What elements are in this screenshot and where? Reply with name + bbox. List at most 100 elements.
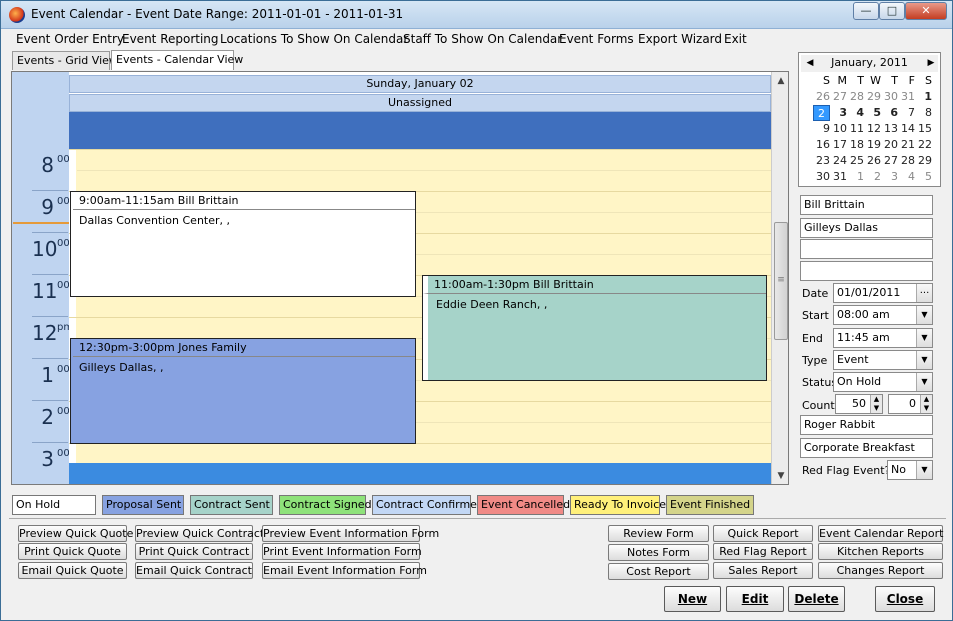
end-time-select[interactable]: 11:45 am ▼ bbox=[833, 328, 933, 348]
calendar-day[interactable]: 28 bbox=[898, 153, 915, 169]
chevron-down-icon[interactable]: ▼ bbox=[916, 461, 932, 479]
close-window-button[interactable]: ✕ bbox=[905, 2, 947, 20]
start-time-select[interactable]: 08:00 am ▼ bbox=[833, 305, 933, 325]
menu-locations[interactable]: Locations To Show On Calendar bbox=[220, 32, 408, 46]
calendar-day[interactable]: 13 bbox=[881, 121, 898, 137]
close-button[interactable]: Close bbox=[875, 586, 935, 612]
salesperson-field[interactable]: Roger Rabbit bbox=[800, 415, 933, 435]
review-form-button[interactable]: Review Form bbox=[608, 525, 709, 542]
calendar-day[interactable]: 2 bbox=[864, 169, 881, 185]
calendar-day[interactable]: 2 bbox=[813, 105, 830, 121]
preview-event-info-button[interactable]: Preview Event Information Form bbox=[262, 525, 439, 542]
event-name-field[interactable]: Corporate Breakfast bbox=[800, 438, 933, 458]
cost-report-button[interactable]: Cost Report bbox=[608, 563, 709, 580]
event-block[interactable]: 11:00am-1:30pm Bill Brittain Eddie Deen … bbox=[422, 275, 767, 381]
calendar-day[interactable]: 15 bbox=[915, 121, 932, 137]
count-guaranteed-stepper[interactable]: 50 ▲ ▼ bbox=[835, 394, 883, 414]
event-block[interactable]: 9:00am-11:15am Bill Brittain Dallas Conv… bbox=[70, 191, 416, 297]
calendar-day[interactable]: 29 bbox=[864, 89, 881, 105]
calendar-day[interactable]: 17 bbox=[830, 137, 847, 153]
spin-arrows-icon[interactable]: ▲ ▼ bbox=[920, 395, 932, 413]
location-field[interactable]: Gilleys Dallas bbox=[800, 218, 933, 238]
delete-button[interactable]: Delete bbox=[788, 586, 845, 612]
contact-field[interactable]: Bill Brittain bbox=[800, 195, 933, 215]
email-event-info-button[interactable]: Email Event Information Form bbox=[262, 562, 427, 579]
calendar-day[interactable]: 16 bbox=[813, 137, 830, 153]
print-quick-quote-button[interactable]: Print Quick Quote bbox=[18, 543, 127, 560]
menu-export-wizard[interactable]: Export Wizard bbox=[638, 32, 722, 46]
maximize-button[interactable]: □ bbox=[879, 2, 905, 20]
changes-report-button[interactable]: Changes Report bbox=[818, 562, 943, 579]
calendar-day[interactable]: 27 bbox=[881, 153, 898, 169]
calendar-day[interactable]: 23 bbox=[813, 153, 830, 169]
notes-form-button[interactable]: Notes Form bbox=[608, 544, 709, 561]
scroll-down-icon[interactable]: ▼ bbox=[773, 468, 788, 484]
quick-report-button[interactable]: Quick Report bbox=[713, 525, 813, 542]
next-month-icon[interactable]: ▶ bbox=[924, 55, 938, 72]
event-block[interactable]: 12:30pm-3:00pm Jones Family Gilleys Dall… bbox=[70, 338, 416, 444]
scroll-up-icon[interactable]: ▲ bbox=[773, 73, 788, 89]
calendar-day[interactable]: 1 bbox=[915, 89, 932, 105]
calendar-day[interactable]: 4 bbox=[898, 169, 915, 185]
calendar-day[interactable]: 30 bbox=[881, 89, 898, 105]
calendar-day[interactable]: 19 bbox=[864, 137, 881, 153]
calendar-day[interactable]: 29 bbox=[915, 153, 932, 169]
menu-exit[interactable]: Exit bbox=[724, 32, 747, 46]
calendar-day[interactable]: 5 bbox=[915, 169, 932, 185]
calendar-day[interactable]: 26 bbox=[864, 153, 881, 169]
calendar-day[interactable]: 24 bbox=[830, 153, 847, 169]
edit-button[interactable]: Edit bbox=[726, 586, 784, 612]
blank-field[interactable] bbox=[800, 261, 933, 281]
spin-arrows-icon[interactable]: ▲ ▼ bbox=[870, 395, 882, 413]
calendar-day[interactable]: 4 bbox=[847, 105, 864, 121]
calendar-day[interactable]: 31 bbox=[898, 89, 915, 105]
menu-event-order-entry[interactable]: Event Order Entry bbox=[16, 32, 124, 46]
menu-staff[interactable]: Staff To Show On Calendar bbox=[403, 32, 562, 46]
calendar-day[interactable]: 27 bbox=[830, 89, 847, 105]
chevron-down-icon[interactable]: ▼ bbox=[916, 329, 932, 347]
calendar-day[interactable]: 26 bbox=[813, 89, 830, 105]
calendar-day[interactable]: 5 bbox=[864, 105, 881, 121]
calendar-day[interactable]: 10 bbox=[830, 121, 847, 137]
calendar-day[interactable]: 6 bbox=[881, 105, 898, 121]
calendar-day[interactable]: 30 bbox=[813, 169, 830, 185]
tab-grid-view[interactable]: Events - Grid View bbox=[12, 51, 118, 70]
date-picker-button[interactable]: ... bbox=[916, 284, 932, 302]
calendar-day[interactable]: 3 bbox=[830, 105, 847, 121]
prev-month-icon[interactable]: ◀ bbox=[803, 55, 817, 72]
calendar-day[interactable]: 28 bbox=[847, 89, 864, 105]
sales-report-button[interactable]: Sales Report bbox=[713, 562, 813, 579]
email-quick-contract-button[interactable]: Email Quick Contract bbox=[135, 562, 253, 579]
menu-event-forms[interactable]: Event Forms bbox=[559, 32, 634, 46]
scroll-thumb[interactable]: ≡ bbox=[774, 222, 788, 340]
count-actual-stepper[interactable]: 0 ▲ ▼ bbox=[888, 394, 933, 414]
event-calendar-report-button[interactable]: Event Calendar Report bbox=[818, 525, 943, 542]
print-quick-contract-button[interactable]: Print Quick Contract bbox=[135, 543, 253, 560]
chevron-down-icon[interactable]: ▼ bbox=[916, 373, 932, 391]
chevron-down-icon[interactable]: ▼ bbox=[916, 306, 932, 324]
calendar-day[interactable]: 8 bbox=[915, 105, 932, 121]
all-day-area[interactable] bbox=[69, 112, 771, 149]
minimize-button[interactable]: — bbox=[853, 2, 879, 20]
calendar-day[interactable]: 22 bbox=[915, 137, 932, 153]
calendar-day[interactable]: 25 bbox=[847, 153, 864, 169]
red-flag-report-button[interactable]: Red Flag Report bbox=[713, 543, 813, 560]
preview-quick-contract-button[interactable]: Preview Quick Contract bbox=[135, 525, 264, 542]
vertical-scrollbar[interactable]: ▲ ≡ ▼ bbox=[771, 72, 788, 484]
calendar-day[interactable]: 12 bbox=[864, 121, 881, 137]
new-button[interactable]: New bbox=[664, 586, 721, 612]
calendar-day[interactable]: 18 bbox=[847, 137, 864, 153]
red-flag-select[interactable]: No ▼ bbox=[887, 460, 933, 480]
kitchen-reports-button[interactable]: Kitchen Reports bbox=[818, 543, 943, 560]
calendar-day[interactable]: 20 bbox=[881, 137, 898, 153]
calendar-day[interactable]: 3 bbox=[881, 169, 898, 185]
chevron-down-icon[interactable]: ▼ bbox=[916, 351, 932, 369]
preview-quick-quote-button[interactable]: Preview Quick Quote bbox=[18, 525, 133, 542]
calendar-day[interactable]: 11 bbox=[847, 121, 864, 137]
date-field[interactable]: 01/01/2011... bbox=[833, 283, 933, 303]
calendar-day[interactable]: 9 bbox=[813, 121, 830, 137]
calendar-day[interactable]: 31 bbox=[830, 169, 847, 185]
type-select[interactable]: Event ▼ bbox=[833, 350, 933, 370]
menu-event-reporting[interactable]: Event Reporting bbox=[122, 32, 219, 46]
print-event-info-button[interactable]: Print Event Information Form bbox=[262, 543, 422, 560]
